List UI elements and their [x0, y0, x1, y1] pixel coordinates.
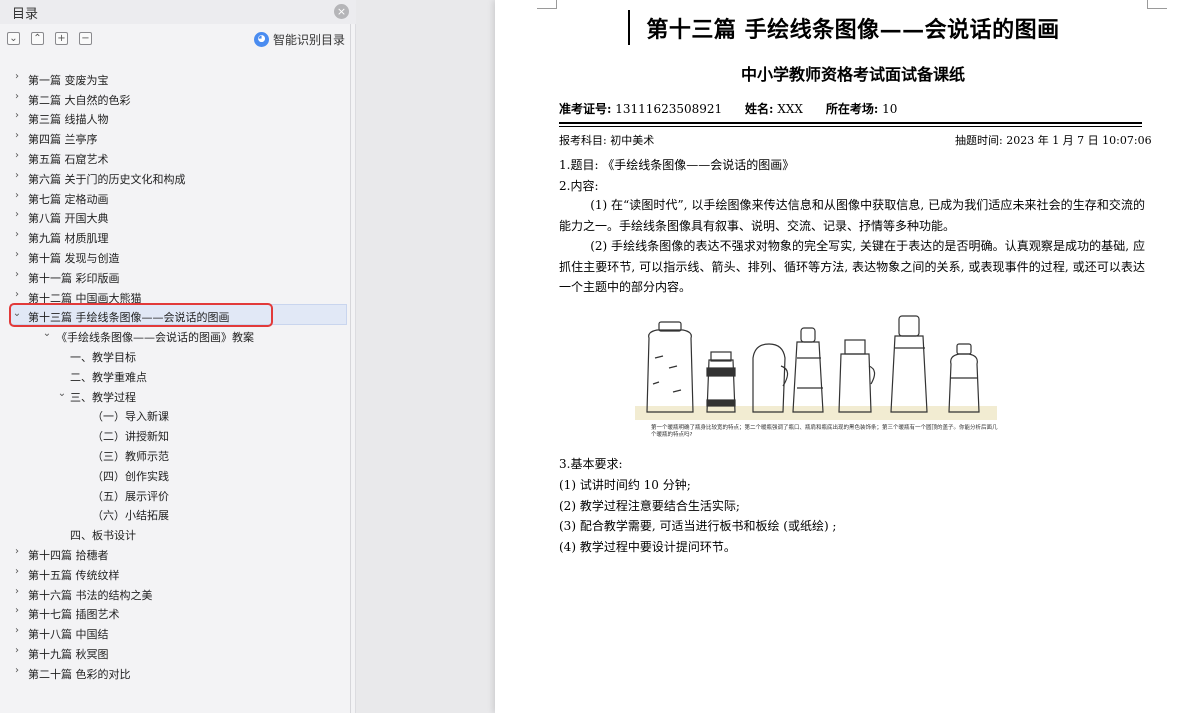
chevron-right-icon[interactable]: › — [12, 546, 22, 558]
toc-item[interactable]: › 第十八篇 中国结 — [0, 622, 356, 642]
toc-subitem[interactable]: （四）创作实践 — [0, 464, 356, 484]
requirement-1: (1) 试讲时间约 10 分钟; — [559, 478, 691, 492]
toc-panel: 目录 × ⌄ ⌃ + − ◕ 智能识别目录 › 第一篇 变废为宝 › 第二篇 大自然… — [0, 0, 356, 713]
toc-item[interactable]: › 第十六篇 书法的结构之美 — [0, 583, 356, 603]
illustration-caption: 第一个暖瓶明确了瓶身比较宽的特点；第二个暖瓶强调了瓶口、瓶肩和瓶底出现的黑色装饰… — [651, 425, 998, 438]
toc-item[interactable]: › 第十五篇 传统纹样 — [0, 563, 356, 583]
toc-item[interactable]: › 第十一篇 彩印版画 — [0, 266, 356, 286]
chevron-right-icon[interactable]: › — [12, 269, 22, 281]
chevron-right-icon[interactable]: › — [12, 170, 22, 182]
document-subtitle: 中小学教师资格考试面试备课纸 — [740, 65, 965, 84]
content-label: 2.内容: — [559, 179, 599, 193]
toc-subitem[interactable]: （三）教师示范 — [0, 444, 356, 464]
thermos-sketch-image: 第一个暖瓶明确了瓶身比较宽的特点；第二个暖瓶强调了瓶口、瓶肩和瓶底出现的黑色装饰… — [633, 308, 1025, 450]
draw-time-text: 抽题时间: 2023 年 1 月 7 日 10:07:06 — [955, 134, 1152, 147]
divider-thick — [559, 122, 1142, 124]
smart-toc-label: 智能识别目录 — [273, 33, 346, 47]
toc-subitem[interactable]: （六）小结拓展 — [0, 503, 356, 523]
question-title: 1.题目: 《手绘线条图像——会说话的图画》 — [559, 158, 795, 172]
chevron-right-icon[interactable]: › — [12, 566, 22, 578]
name-label: 姓名: — [745, 102, 774, 116]
add-heading-icon[interactable]: + — [55, 32, 68, 45]
candidate-info: 准考证号: 13111623508921 姓名: XXX 所在考场: 10 — [559, 100, 897, 117]
toc-item[interactable]: › 第九篇 材质肌理 — [0, 226, 356, 246]
expand-all-icon[interactable]: ⌄ — [7, 32, 20, 45]
toc-subitem[interactable]: （二）讲授新知 — [0, 424, 356, 444]
subject-text: 报考科目: 初中美术 — [559, 134, 655, 147]
chevron-right-icon[interactable]: › — [12, 645, 22, 657]
toc-item[interactable]: › 第二十篇 色彩的对比 — [0, 662, 356, 682]
requirement-2: (2) 教学过程注意要结合生活实际; — [559, 499, 740, 513]
toc-item[interactable]: › 第六篇 关于门的历史文化和构成 — [0, 167, 356, 187]
document-viewport[interactable]: 第十三篇 手绘线条图像——会说话的图画 中小学教师资格考试面试备课纸 准考证号:… — [363, 0, 1191, 713]
selection-annotation — [9, 303, 273, 327]
chevron-down-icon[interactable]: ⌄ — [42, 328, 52, 340]
requirements-title: 3.基本要求: — [559, 457, 623, 471]
toc-subitem[interactable]: （五）展示评价 — [0, 484, 356, 504]
page-corner-mark — [1147, 0, 1167, 9]
toc-header: 目录 × — [0, 0, 356, 24]
toc-title: 目录 — [12, 7, 39, 22]
requirement-4: (4) 教学过程中要设计提问环节。 — [559, 540, 736, 554]
close-icon[interactable]: × — [334, 4, 349, 19]
toc-subitem[interactable]: 一、教学目标 — [0, 345, 356, 365]
toc-item[interactable]: › 第一篇 变废为宝 — [0, 68, 356, 88]
venue-label: 所在考场: — [825, 102, 879, 116]
toc-item[interactable]: › 第三篇 线描人物 — [0, 107, 356, 127]
chevron-right-icon[interactable]: › — [12, 71, 22, 83]
paragraph-1: (1) 在“读图时代”, 以手绘图像来传达信息和从图像中获取信息, 已成为我们适… — [559, 198, 1145, 233]
exam-no: 13111623508921 — [615, 102, 723, 116]
chevron-right-icon[interactable]: › — [12, 249, 22, 261]
exam-no-label: 准考证号: — [559, 102, 612, 116]
name-value: XXX — [777, 102, 803, 116]
remove-heading-icon[interactable]: − — [79, 32, 92, 45]
toc-item[interactable]: › 第四篇 兰亭序 — [0, 127, 356, 147]
divider-thin — [559, 126, 1142, 127]
toc-item[interactable]: › 第七篇 定格动画 — [0, 187, 356, 207]
toc-subitem[interactable]: 四、板书设计 — [0, 523, 356, 543]
toc-subitem[interactable]: 二、教学重难点 — [0, 365, 356, 385]
chevron-right-icon[interactable]: › — [12, 91, 22, 103]
toc-item[interactable]: › 第十四篇 拾穗者 — [0, 543, 356, 563]
chevron-right-icon[interactable]: › — [12, 190, 22, 202]
toc-item[interactable]: › 第五篇 石窟艺术 — [0, 147, 356, 167]
chevron-right-icon[interactable]: › — [12, 289, 22, 301]
smart-toc-button[interactable]: ◕ 智能识别目录 — [254, 31, 345, 48]
document-page[interactable]: 第十三篇 手绘线条图像——会说话的图画 中小学教师资格考试面试备课纸 准考证号:… — [495, 0, 1191, 713]
requirement-3: (3) 配合教学需要, 可适当进行板书和板绘 (或纸绘) ; — [559, 519, 837, 533]
chevron-right-icon[interactable]: › — [12, 586, 22, 598]
toc-subitem[interactable]: （一）导入新课 — [0, 404, 356, 424]
chevron-right-icon[interactable]: › — [12, 150, 22, 162]
chevron-right-icon[interactable]: › — [12, 130, 22, 142]
chevron-right-icon[interactable]: › — [12, 605, 22, 617]
toc-item[interactable]: › 第十七篇 插图艺术 — [0, 602, 356, 622]
chevron-right-icon[interactable]: › — [12, 229, 22, 241]
collapse-all-icon[interactable]: ⌃ — [31, 32, 44, 45]
chevron-right-icon[interactable]: › — [12, 665, 22, 677]
chevron-right-icon[interactable]: › — [12, 625, 22, 637]
paragraph-2: (2) 手绘线条图像的表达不强求对物象的完全写实, 关键在于表达的是否明确。认真… — [559, 239, 1145, 294]
toc-subitem[interactable]: ⌄ 《手绘线条图像——会说话的图画》教案 — [0, 325, 356, 345]
page-corner-mark — [537, 0, 557, 9]
toc-item[interactable]: › 第十九篇 秋冥图 — [0, 642, 356, 662]
ai-icon: ◕ — [254, 32, 269, 47]
chevron-right-icon[interactable]: › — [12, 209, 22, 221]
document-title: 第十三篇 手绘线条图像——会说话的图画 — [646, 17, 1060, 43]
toc-item[interactable]: › 第八篇 开国大典 — [0, 206, 356, 226]
toc-subitem[interactable]: ⌄ 三、教学过程 — [0, 385, 356, 405]
text-cursor — [628, 10, 630, 45]
toc-item[interactable]: › 第二篇 大自然的色彩 — [0, 88, 356, 108]
venue-value: 10 — [882, 102, 898, 116]
thermos-illustration: 第一个暖瓶明确了瓶身比较宽的特点；第二个暖瓶强调了瓶口、瓶肩和瓶底出现的黑色装饰… — [633, 308, 1025, 450]
toc-item[interactable]: › 第十篇 发现与创造 — [0, 246, 356, 266]
chevron-down-icon[interactable]: ⌄ — [57, 388, 67, 400]
toc-divider — [350, 24, 351, 713]
chevron-right-icon[interactable]: › — [12, 110, 22, 122]
